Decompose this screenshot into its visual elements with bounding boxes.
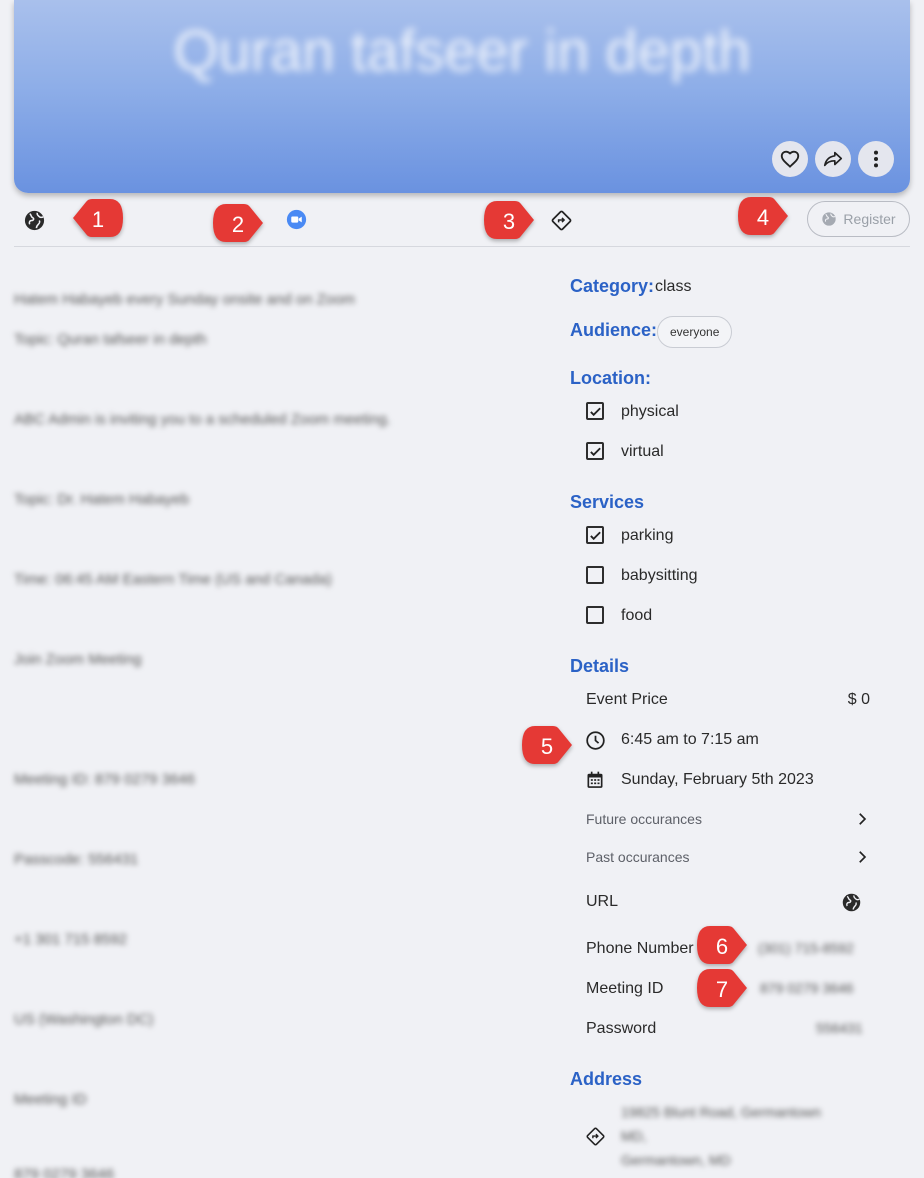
past-occurrences-link[interactable]: Past occurances <box>586 849 690 865</box>
annotation-marker: 4 <box>737 196 789 236</box>
event-title: Quran tafseer in depth <box>173 19 751 84</box>
event-time: 6:45 am to 7:15 am <box>621 731 759 748</box>
description-line: Hatem Habayeb every Sunday onsite and on… <box>14 291 356 308</box>
description-line: Time: 06:45 AM Eastern Time (US and Cana… <box>14 571 332 588</box>
address-label: Address <box>570 1069 643 1089</box>
parking-checkbox[interactable] <box>586 526 604 544</box>
chevron-right-icon[interactable] <box>853 810 871 828</box>
password-value: 556431 <box>816 1020 863 1036</box>
location-label: Location: <box>570 368 651 388</box>
video-icon[interactable] <box>286 209 307 230</box>
globe-icon[interactable] <box>22 208 46 232</box>
service-babysitting-label: babysitting <box>621 567 698 584</box>
password-label: Password <box>586 1020 657 1037</box>
event-date: Sunday, February 5th 2023 <box>621 771 814 788</box>
location-physical-label: physical <box>621 403 679 420</box>
register-label: Register <box>843 211 896 227</box>
register-button[interactable]: Register <box>807 201 910 237</box>
phone-label: Phone Number <box>586 940 694 957</box>
future-occurrences-link[interactable]: Future occurances <box>586 811 702 827</box>
globe-icon[interactable] <box>840 891 862 913</box>
directions-icon[interactable] <box>549 208 573 232</box>
event-banner: Quran tafseer in depth <box>14 0 910 193</box>
chevron-right-icon[interactable] <box>853 848 871 866</box>
location-virtual-label: virtual <box>621 443 664 460</box>
annotation-marker: 1 <box>72 198 124 238</box>
services-label: Services <box>570 492 645 512</box>
description-line: Meeting ID: 879 0279 3646 <box>14 771 195 788</box>
favorite-button[interactable] <box>772 141 808 177</box>
description-line: ABC Admin is inviting you to a scheduled… <box>14 411 391 428</box>
annotation-marker: 3 <box>483 200 535 240</box>
directions-icon[interactable] <box>584 1125 606 1147</box>
physical-checkbox[interactable] <box>586 402 604 420</box>
service-food-label: food <box>621 607 653 624</box>
description-line: Passcode: 556431 <box>14 851 139 868</box>
audience-chip: everyone <box>657 316 733 348</box>
annotation-marker: 7 <box>696 968 748 1008</box>
globe-icon <box>822 212 837 226</box>
annotation-marker: 5 <box>521 725 573 765</box>
description-line: US (Washington DC) <box>14 1011 154 1028</box>
more-button[interactable] <box>858 141 894 177</box>
description-line: Meeting ID <box>14 1091 87 1108</box>
phone-value[interactable]: (301) 715-8592 <box>758 940 854 956</box>
annotation-marker: 6 <box>696 925 748 965</box>
food-checkbox[interactable] <box>586 606 604 624</box>
audience-label: Audience: <box>570 320 658 340</box>
description-line: +1 301 715 8592 <box>14 931 128 948</box>
description-line: Topic: Dr. Hatem Habayeb <box>14 491 190 508</box>
address-line: MD, <box>621 1128 647 1144</box>
category-label: Category: <box>570 276 655 296</box>
event-price-value: $ 0 <box>847 691 870 708</box>
address-line: Germantown, MD <box>621 1152 731 1168</box>
meeting-id-label: Meeting ID <box>586 980 664 997</box>
event-price-label: Event Price <box>586 691 668 708</box>
description-line: Topic: Quran tafseer in depth <box>14 331 207 348</box>
service-parking-label: parking <box>621 527 674 544</box>
share-button[interactable] <box>815 141 851 177</box>
heart-icon <box>780 150 800 168</box>
toolbar-divider <box>14 246 910 247</box>
clock-icon <box>584 729 606 751</box>
details-label: Details <box>570 656 630 676</box>
meeting-id-value: 879 0279 3646 <box>760 980 854 996</box>
more-vert-icon <box>873 150 879 168</box>
annotation-marker: 2 <box>212 203 264 243</box>
babysitting-checkbox[interactable] <box>586 566 604 584</box>
share-icon <box>823 151 843 167</box>
virtual-checkbox[interactable] <box>586 442 604 460</box>
description-line: Join Zoom Meeting <box>14 651 142 668</box>
category-value: class <box>655 278 692 295</box>
url-label: URL <box>586 893 619 910</box>
description-line: 879 0279 3646 <box>14 1166 115 1178</box>
calendar-icon <box>584 769 606 791</box>
address-line: 19825 Blunt Road, Germantown <box>621 1104 822 1120</box>
